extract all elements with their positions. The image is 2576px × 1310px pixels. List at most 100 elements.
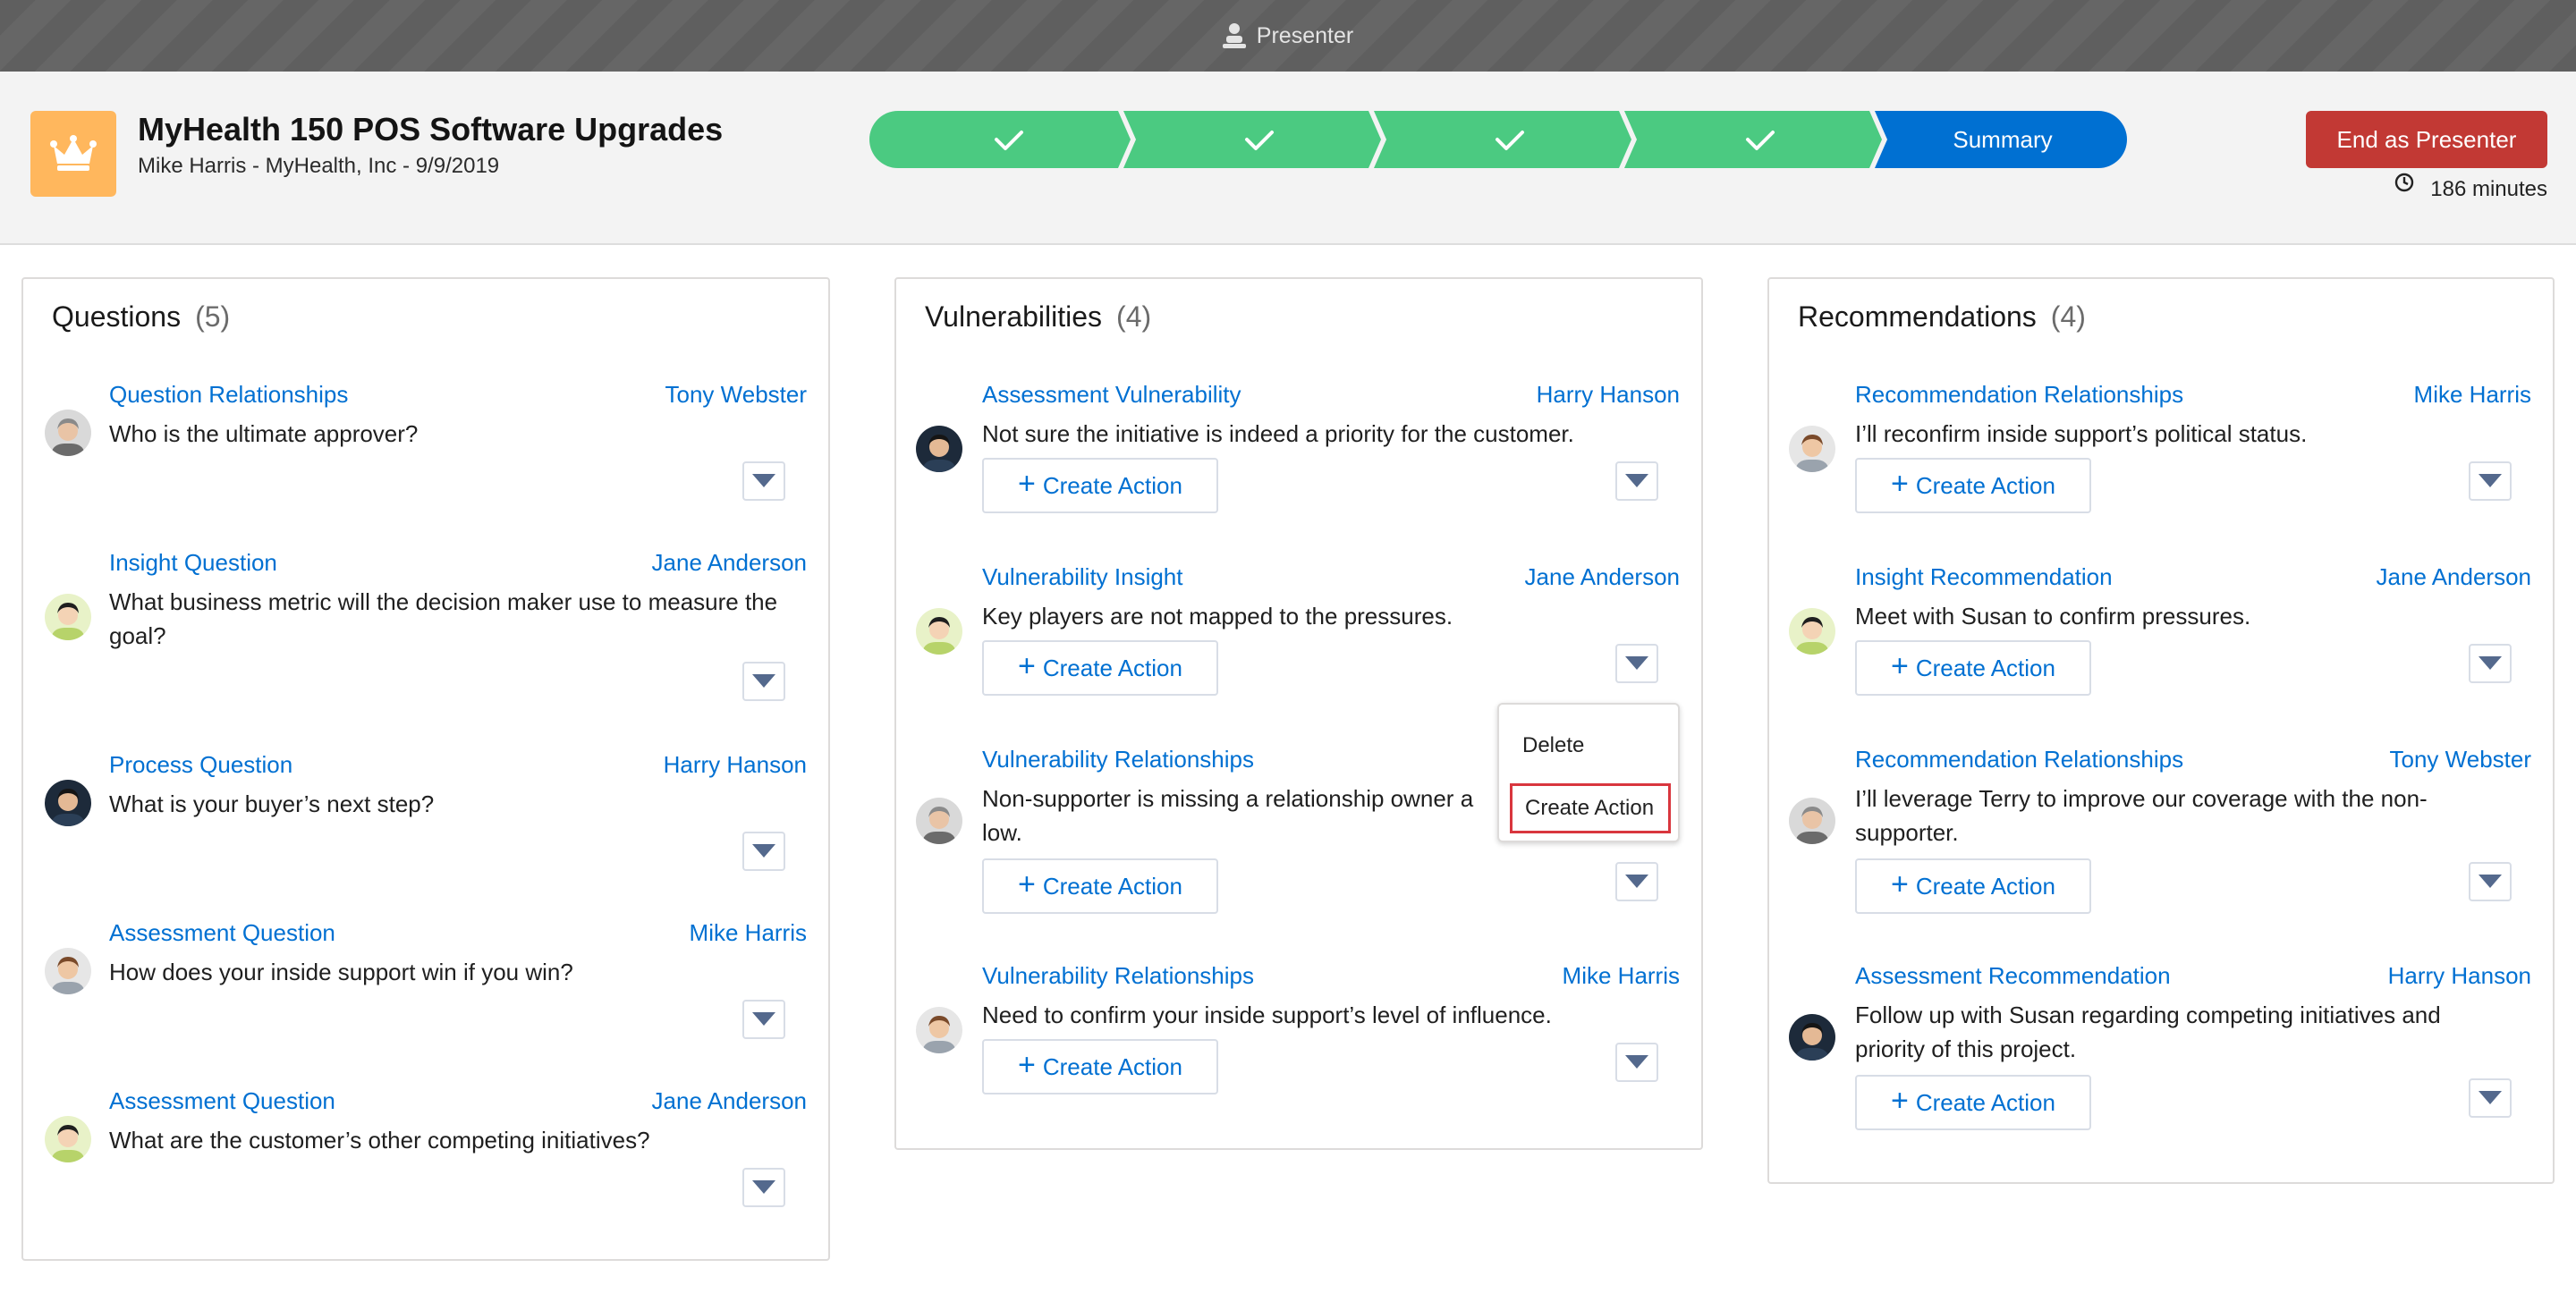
path-step-summary-label[interactable]: Summary — [1878, 111, 2127, 168]
crown-icon — [30, 111, 116, 197]
questions-title: Questions (5) — [52, 300, 231, 333]
item-owner-link[interactable]: Mike Harris — [690, 919, 807, 947]
item-text: Meet with Susan to confirm pressures. — [1855, 603, 2251, 630]
item-type-link[interactable]: Vulnerability Insight — [982, 563, 1183, 591]
list-item: Insight Recommendation Jane Anderson Mee… — [1769, 563, 2553, 715]
item-menu-button[interactable] — [2469, 1078, 2512, 1118]
item-menu-button[interactable] — [2469, 862, 2512, 901]
presenter-label: Presenter — [1256, 22, 1354, 48]
item-owner-link[interactable]: Tony Webster — [2390, 746, 2531, 773]
item-owner-link[interactable]: Mike Harris — [2414, 381, 2531, 409]
plus-icon: + — [1891, 1084, 1909, 1118]
create-action-button[interactable]: + Create Action — [982, 458, 1218, 513]
end-as-presenter-button[interactable]: End as Presenter — [2306, 111, 2547, 168]
avatar-tony — [916, 798, 962, 844]
create-action-button[interactable]: + Create Action — [1855, 640, 2091, 696]
page-title: MyHealth 150 POS Software Upgrades — [138, 111, 724, 148]
create-action-button[interactable]: + Create Action — [1855, 458, 2091, 513]
avatar-tony — [1789, 798, 1835, 844]
item-type-link[interactable]: Assessment Recommendation — [1855, 962, 2171, 990]
chevron-down-icon — [752, 474, 775, 487]
item-menu-button[interactable] — [1615, 862, 1658, 901]
list-item: Insight Question Jane Anderson What busi… — [23, 549, 828, 728]
path-step-3[interactable] — [1374, 111, 1631, 168]
item-type-link[interactable]: Recommendation Relationships — [1855, 746, 2183, 773]
create-action-button[interactable]: + Create Action — [982, 640, 1218, 696]
avatar-jane — [45, 594, 91, 640]
path-step-1[interactable] — [869, 111, 1131, 168]
item-type-link[interactable]: Process Question — [109, 751, 292, 779]
item-text: What is your buyer’s next step? — [109, 790, 435, 817]
item-owner-link[interactable]: Harry Hanson — [664, 751, 807, 779]
create-action-button[interactable]: + Create Action — [982, 1039, 1218, 1094]
menu-item-delete[interactable]: Delete — [1510, 728, 1584, 764]
item-owner-link[interactable]: Jane Anderson — [1525, 563, 1680, 591]
item-text: Non-supporter is missing a relationship … — [982, 785, 1474, 812]
menu-item-create-action[interactable]: Create Action — [1510, 783, 1671, 833]
item-type-link[interactable]: Assessment Vulnerability — [982, 381, 1241, 409]
plus-icon: + — [1891, 649, 1909, 683]
item-owner-link[interactable]: Mike Harris — [1563, 962, 1680, 990]
item-menu-button[interactable] — [2469, 461, 2512, 501]
recommendations-count: (4) — [2050, 300, 2086, 333]
item-type-link[interactable]: Assessment Question — [109, 1087, 335, 1115]
item-text: What business metric will the decision m… — [109, 588, 778, 649]
chevron-down-icon — [2479, 1091, 2502, 1104]
item-text-line-2: low. — [982, 819, 1022, 846]
create-action-button[interactable]: + Create Action — [982, 858, 1218, 914]
recommendations-card: Recommendations (4) Recommendation Relati… — [1767, 277, 2555, 1184]
item-text: Not sure the initiative is indeed a prio… — [982, 420, 1574, 447]
list-item: Question Relationships Tony Webster Who … — [23, 381, 828, 524]
item-type-link[interactable]: Insight Recommendation — [1855, 563, 2113, 591]
item-menu-button[interactable] — [1615, 644, 1658, 683]
item-type-link[interactable]: Question Relationships — [109, 381, 348, 409]
item-menu-button[interactable] — [742, 832, 785, 871]
avatar-harry — [45, 780, 91, 826]
item-text: How does your inside support win if you … — [109, 959, 573, 985]
vulnerabilities-count: (4) — [1116, 300, 1152, 333]
list-item: Recommendation Relationships Mike Harris… — [1769, 381, 2553, 533]
item-menu-button[interactable] — [1615, 461, 1658, 501]
item-owner-link[interactable]: Jane Anderson — [652, 549, 807, 577]
list-item: Vulnerability Relationships Mike Harris … — [896, 962, 1701, 1114]
chevron-down-icon — [752, 844, 775, 858]
presenter-icon — [1222, 22, 1246, 49]
item-type-link[interactable]: Insight Question — [109, 549, 277, 577]
chevron-down-icon — [1625, 875, 1648, 888]
item-type-link[interactable]: Vulnerability Relationships — [982, 962, 1254, 990]
item-menu-button[interactable] — [2469, 644, 2512, 683]
item-owner-link[interactable]: Harry Hanson — [1537, 381, 1680, 409]
item-owner-link[interactable]: Jane Anderson — [2377, 563, 2531, 591]
chevron-down-icon — [752, 1180, 775, 1194]
avatar-tony — [45, 410, 91, 456]
item-owner-link[interactable]: Tony Webster — [665, 381, 807, 409]
list-item: Vulnerability Insight Jane Anderson Key … — [896, 563, 1701, 715]
item-owner-link[interactable]: Harry Hanson — [2388, 962, 2531, 990]
item-menu-button[interactable] — [1615, 1043, 1658, 1082]
list-item: Process Question Harry Hanson What is yo… — [23, 751, 828, 894]
item-menu-button[interactable] — [742, 1168, 785, 1207]
timer: 186 minutes — [2377, 172, 2547, 207]
avatar-harry — [1789, 1014, 1835, 1061]
plus-icon: + — [1018, 649, 1036, 683]
plus-icon: + — [1018, 467, 1036, 501]
list-item: Assessment Vulnerability Harry Hanson No… — [896, 381, 1701, 533]
avatar-jane — [1789, 608, 1835, 655]
item-type-link[interactable]: Assessment Question — [109, 919, 335, 947]
item-menu-button[interactable] — [742, 461, 785, 501]
item-menu-button[interactable] — [742, 662, 785, 701]
item-text: Key players are not mapped to the pressu… — [982, 603, 1453, 630]
path-step-4[interactable] — [1624, 111, 1882, 168]
chevron-down-icon — [1625, 474, 1648, 487]
path-step-2[interactable] — [1123, 111, 1381, 168]
plus-icon: + — [1018, 867, 1036, 901]
chevron-down-icon — [752, 674, 775, 688]
create-action-button[interactable]: + Create Action — [1855, 1075, 2091, 1130]
item-owner-link[interactable]: Jane Anderson — [652, 1087, 807, 1115]
item-type-link[interactable]: Vulnerability Relationships — [982, 746, 1254, 773]
create-action-button[interactable]: + Create Action — [1855, 858, 2091, 914]
item-type-link[interactable]: Recommendation Relationships — [1855, 381, 2183, 409]
item-menu-button[interactable] — [742, 1000, 785, 1039]
avatar-mike — [916, 1007, 962, 1053]
plus-icon: + — [1018, 1048, 1036, 1082]
